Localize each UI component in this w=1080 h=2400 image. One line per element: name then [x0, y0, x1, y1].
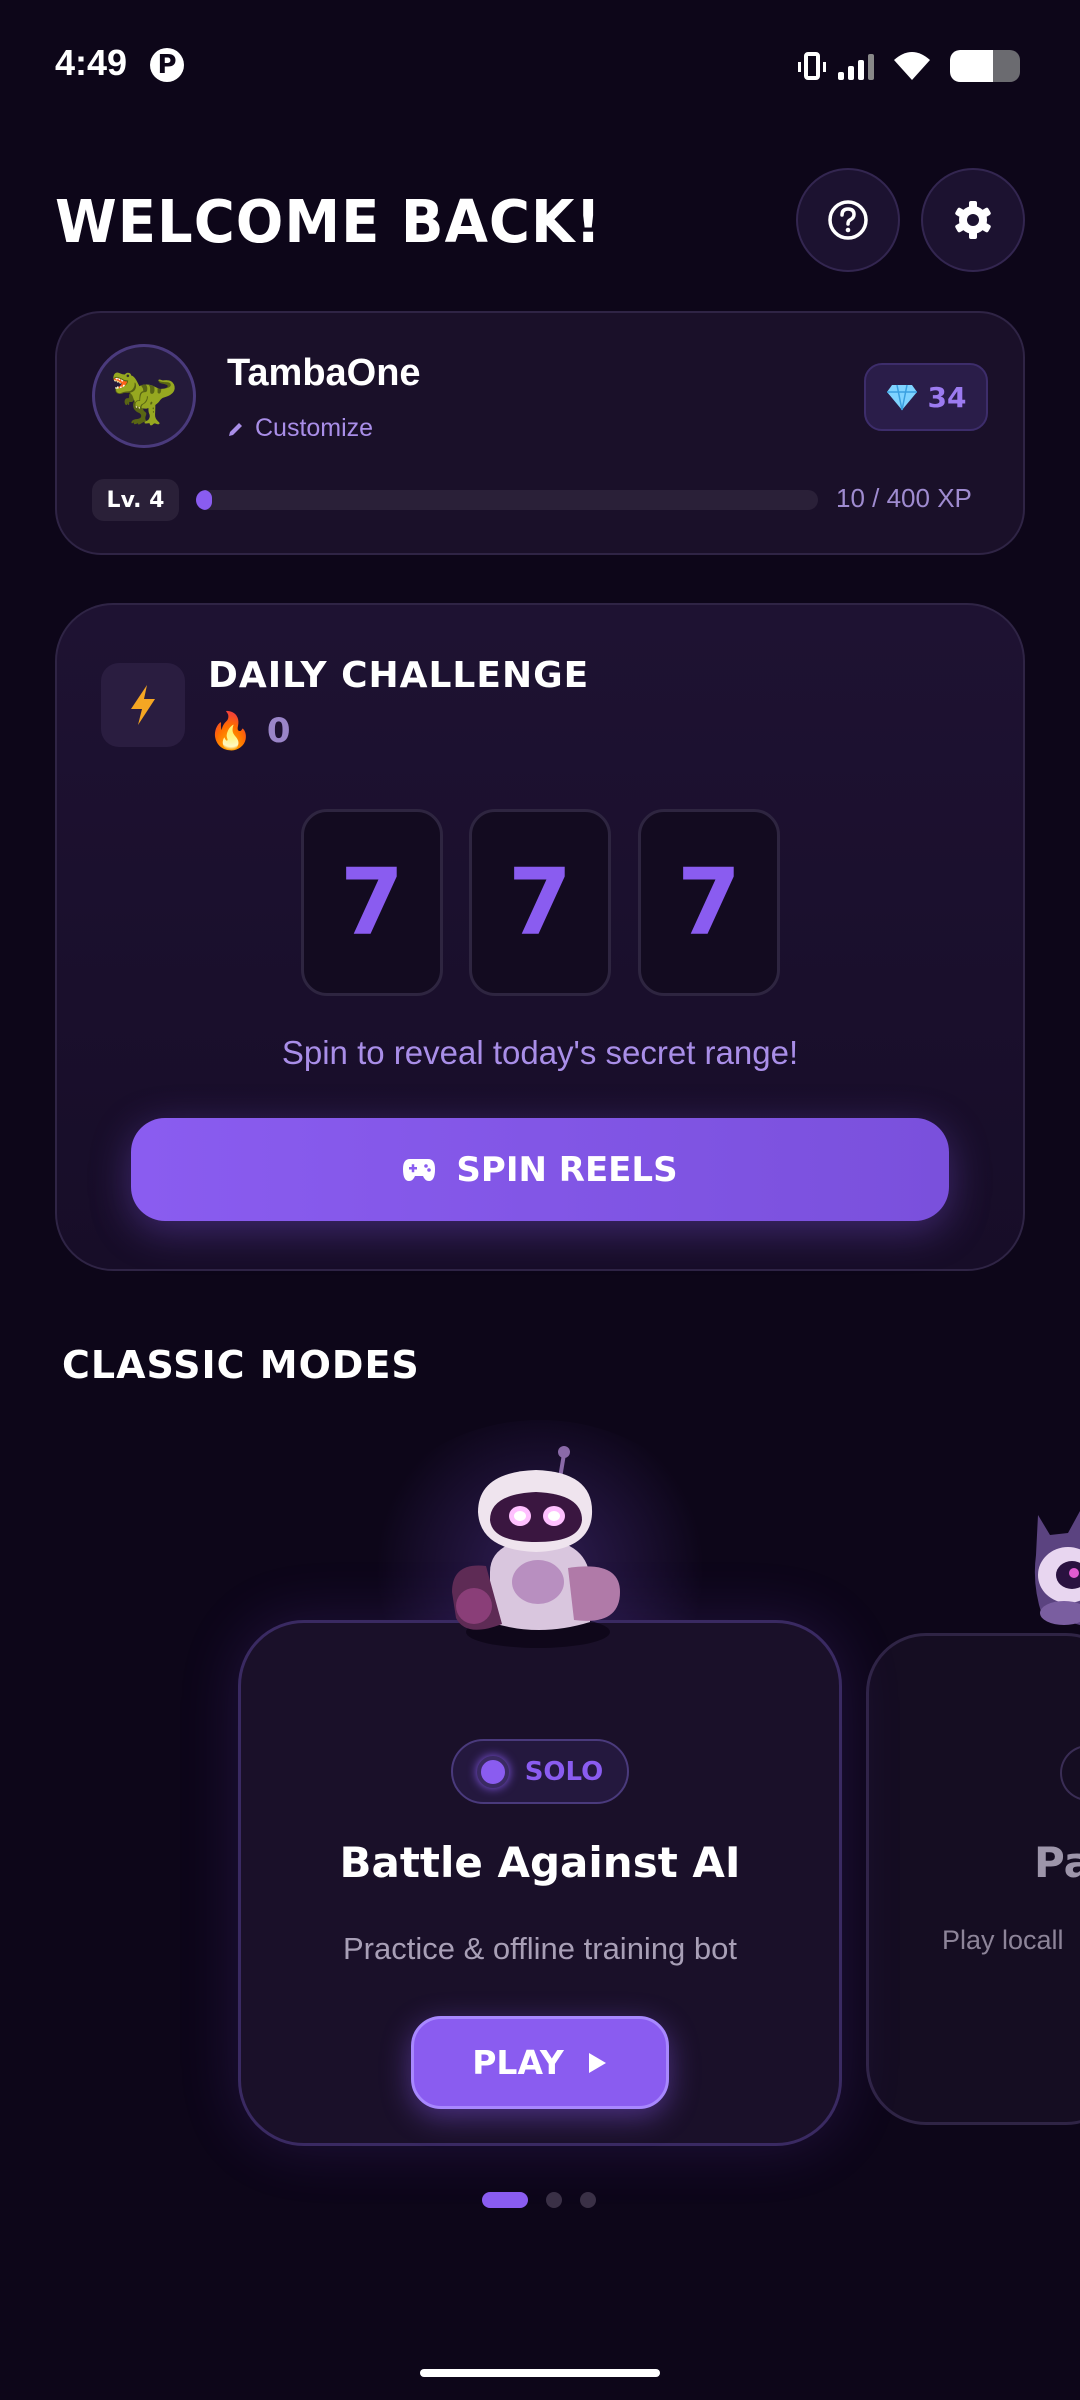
cat-mascot-image — [1034, 1511, 1080, 1625]
reel-1: 7 — [301, 809, 443, 996]
gem-icon — [886, 384, 917, 411]
gems-count: 34 — [927, 380, 967, 414]
pencil-icon — [229, 422, 242, 436]
solo-label: SOLO — [524, 1756, 604, 1787]
question-circle-icon — [828, 200, 868, 240]
xp-progress-fill — [196, 490, 212, 510]
username: TambaOne — [227, 352, 421, 394]
carousel-dot[interactable] — [546, 2192, 562, 2208]
play-label: PLAY — [472, 2043, 564, 2082]
lightning-icon — [131, 685, 155, 725]
home-indicator[interactable] — [420, 2369, 660, 2377]
gear-icon — [955, 201, 991, 239]
daily-challenge-title: DAILY CHALLENGE — [208, 655, 590, 696]
streak: 🔥 0 — [208, 710, 291, 752]
gems-badge[interactable]: 34 — [864, 363, 988, 431]
mode-description-peek: Play locall — [942, 1925, 1064, 1955]
classic-modes-title: CLASSIC MODES — [62, 1343, 420, 1387]
status-icons — [798, 46, 1020, 86]
avatar[interactable]: 🦖 — [92, 344, 196, 448]
gamepad-icon — [403, 1158, 436, 1181]
reel-3: 7 — [638, 809, 780, 996]
mode-title: Battle Against AI — [339, 1838, 741, 1887]
profile-card — [55, 311, 1025, 555]
signal-icon — [838, 52, 874, 80]
carousel-dot[interactable] — [580, 2192, 596, 2208]
level-badge: Lv. 4 — [92, 479, 179, 521]
battery-icon — [950, 50, 1020, 82]
xp-progress-bar — [196, 490, 818, 510]
wifi-icon — [894, 52, 930, 80]
fire-icon: 🔥 — [208, 710, 253, 751]
help-button[interactable] — [796, 168, 900, 272]
vibrate-icon — [798, 52, 826, 80]
streak-count: 0 — [266, 711, 291, 751]
customize-link[interactable]: Customize — [227, 414, 373, 443]
reel-2: 7 — [469, 809, 611, 996]
settings-button[interactable] — [921, 168, 1025, 272]
spin-reels-label: SPIN REELS — [456, 1149, 678, 1190]
dinosaur-icon: 🦖 — [109, 364, 179, 427]
play-icon — [588, 2052, 606, 2073]
solo-badge: SOLO — [451, 1739, 629, 1804]
page-title: WELCOME BACK! — [55, 188, 602, 257]
lightning-icon-box — [101, 663, 185, 747]
play-button[interactable]: PLAY — [411, 2016, 669, 2109]
carousel-dot[interactable] — [482, 2192, 528, 2208]
mode-title-peek: Pa — [1034, 1838, 1080, 1887]
spin-reels-button[interactable]: SPIN REELS — [131, 1118, 949, 1221]
solo-dot-icon — [476, 1755, 509, 1788]
robot-mascot-image — [452, 1446, 620, 1648]
spin-hint: Spin to reveal today's secret range! — [281, 1034, 799, 1071]
customize-label: Customize — [255, 414, 374, 442]
mode-description: Practice & offline training bot — [342, 1931, 738, 1966]
xp-text: 10 / 400 XP — [836, 483, 972, 513]
status-time: 4:49 — [55, 42, 128, 83]
pinterest-icon: P — [150, 48, 184, 82]
carousel-pagination — [482, 2192, 596, 2208]
